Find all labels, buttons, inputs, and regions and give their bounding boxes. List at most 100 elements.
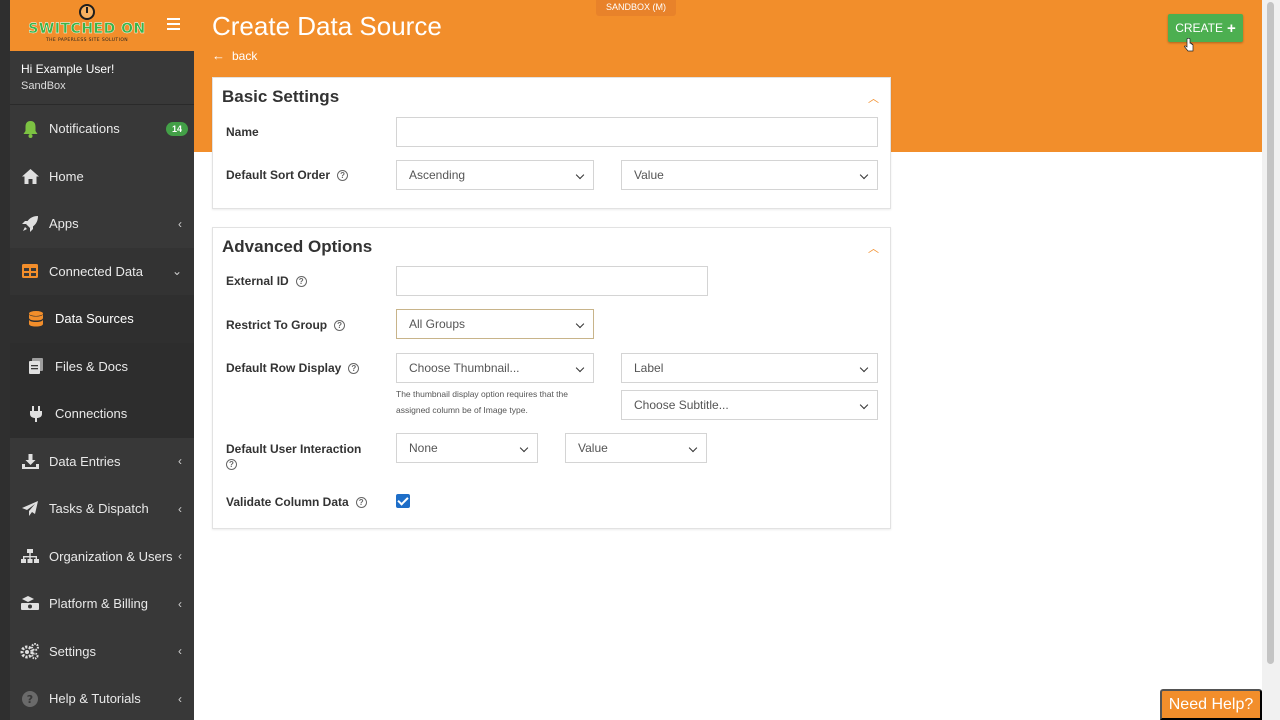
chevron-left-icon: ‹	[178, 216, 182, 231]
advanced-options-card: Advanced Options ︿ External ID ? Restric…	[212, 227, 891, 529]
sort-order-value: Ascending	[409, 168, 466, 182]
rocket-icon	[20, 214, 40, 234]
chevron-left-icon: ‹	[178, 691, 182, 706]
help-icon[interactable]: ?	[334, 319, 346, 331]
page-title: Create Data Source	[212, 11, 442, 41]
row-display-label: Default Row Display ?	[226, 361, 360, 375]
subtitle-select[interactable]: Choose Subtitle...	[621, 390, 878, 420]
sidebar-item-organization-users[interactable]: Organization & Users ‹	[10, 533, 194, 581]
help-icon[interactable]: ?	[355, 496, 367, 508]
chevron-left-icon: ‹	[178, 644, 182, 659]
sidebar-item-label: Notifications	[49, 121, 120, 137]
plus-icon: +	[1227, 19, 1236, 37]
sidebar-item-help-tutorials[interactable]: ? Help & Tutorials ‹	[10, 675, 194, 720]
user-org: SandBox	[21, 80, 66, 92]
chevron-up-icon[interactable]: ︿	[868, 240, 879, 255]
bell-icon	[20, 119, 40, 139]
back-link-label: back	[232, 48, 258, 63]
chevron-down-icon: ⌄	[171, 264, 182, 279]
user-interaction-select[interactable]: None	[396, 433, 538, 463]
chevron-left-icon: ‹	[178, 501, 182, 516]
sitemap-icon	[20, 546, 40, 566]
sidebar-item-label: Connections	[55, 406, 128, 422]
sidebar-item-label: Apps	[49, 216, 79, 232]
database-icon	[26, 309, 46, 329]
external-id-label: External ID ?	[226, 274, 307, 288]
user-interaction-label-text: Default User Interaction	[226, 442, 362, 456]
row-label-value: Label	[634, 361, 664, 375]
validate-column-checkbox[interactable]	[396, 494, 410, 508]
need-help-button[interactable]: Need Help?	[1160, 689, 1262, 720]
sidebar-item-data-entries[interactable]: Data Entries ‹	[10, 438, 194, 486]
sidebar-item-notifications[interactable]: Notifications 14	[10, 105, 194, 153]
sidebar-item-home[interactable]: Home	[10, 153, 194, 201]
sidebar-item-label: Settings	[49, 643, 96, 659]
sidebar-item-label: Help & Tutorials	[49, 691, 141, 707]
sidebar-item-connected-data[interactable]: Connected Data ⌄	[10, 247, 194, 295]
restrict-group-label-text: Restrict To Group	[226, 318, 328, 332]
sidebar-item-settings[interactable]: Settings ‹	[10, 628, 194, 676]
help-icon[interactable]: ?	[295, 275, 307, 287]
files-icon	[26, 356, 46, 376]
create-button-label: CREATE	[1175, 21, 1224, 35]
sidebar-item-label: Data Sources	[55, 311, 134, 327]
row-display-label-text: Default Row Display	[226, 361, 342, 375]
page-scrollbar[interactable]	[1262, 0, 1280, 720]
gears-icon	[20, 641, 40, 661]
back-link[interactable]: ← back	[212, 48, 257, 63]
basic-settings-card: Basic Settings ︿ Name Default Sort Order…	[212, 77, 891, 209]
logo[interactable]: SWITCHED ON THE PAPERLESS SITE SOLUTION	[22, 4, 152, 48]
scrollbar-thumb[interactable]	[1267, 2, 1274, 664]
sidebar-item-data-sources[interactable]: Data Sources	[10, 295, 194, 343]
logo-name: SWITCHED ON	[28, 21, 146, 37]
validate-column-label-text: Validate Column Data	[226, 495, 349, 509]
app: SWITCHED ON THE PAPERLESS SITE SOLUTION …	[0, 0, 1280, 720]
name-input[interactable]	[396, 117, 878, 147]
restrict-group-label: Restrict To Group ?	[226, 318, 346, 332]
sort-order-label: Default Sort Order ?	[226, 168, 349, 182]
arrow-left-icon: ←	[212, 48, 225, 63]
external-id-input[interactable]	[396, 266, 708, 296]
window-edge	[0, 0, 10, 720]
user-panel: Hi Example User! SandBox	[10, 51, 194, 105]
validate-column-label: Validate Column Data ?	[226, 495, 367, 509]
name-label-text: Name	[226, 125, 259, 139]
sort-order-select[interactable]: Ascending	[396, 160, 594, 190]
basic-settings-title: Basic Settings	[222, 87, 340, 106]
sidebar: SWITCHED ON THE PAPERLESS SITE SOLUTION …	[10, 0, 194, 720]
sidebar-item-label: Connected Data	[49, 263, 143, 279]
menu-toggle-icon[interactable]	[167, 18, 180, 30]
subtitle-value: Choose Subtitle...	[634, 398, 729, 412]
sidebar-item-label: Organization & Users	[49, 548, 173, 564]
advanced-options-title: Advanced Options	[222, 237, 373, 256]
chevron-left-icon: ‹	[178, 596, 182, 611]
restrict-group-value: All Groups	[409, 317, 466, 331]
user-interaction-value: None	[409, 441, 438, 455]
sidebar-item-apps[interactable]: Apps ‹	[10, 200, 194, 248]
sidebar-item-label: Home	[49, 168, 84, 184]
thumbnail-help-text: The thumbnail display option requires th…	[396, 389, 568, 415]
download-icon	[20, 451, 40, 471]
sidebar-item-tasks-dispatch[interactable]: Tasks & Dispatch ‹	[10, 485, 194, 533]
mouse-cursor-icon	[1184, 38, 1194, 52]
sidebar-item-connections[interactable]: Connections	[10, 390, 194, 438]
row-label-select[interactable]: Label	[621, 353, 878, 383]
user-greeting: Hi Example User!	[21, 62, 115, 76]
question-icon: ?	[20, 689, 40, 709]
logo-tagline: THE PAPERLESS SITE SOLUTION	[45, 38, 129, 43]
help-icon[interactable]: ?	[348, 362, 360, 374]
sidebar-item-label: Tasks & Dispatch	[49, 501, 149, 517]
restrict-group-select[interactable]: All Groups	[396, 309, 594, 339]
sidebar-item-label: Data Entries	[49, 453, 121, 469]
interaction-column-select[interactable]: Value	[565, 433, 707, 463]
chevron-up-icon[interactable]: ︿	[868, 90, 879, 105]
create-button[interactable]: CREATE +	[1168, 14, 1243, 42]
help-icon[interactable]: ?	[337, 169, 349, 181]
sort-column-select[interactable]: Value	[621, 160, 878, 190]
help-icon[interactable]: ?	[226, 459, 237, 470]
sidebar-item-files-docs[interactable]: Files & Docs	[10, 342, 194, 390]
sidebar-item-label: Platform & Billing	[49, 596, 148, 612]
thumbnail-select[interactable]: Choose Thumbnail...	[396, 353, 594, 383]
sidebar-item-platform-billing[interactable]: Platform & Billing ‹	[10, 580, 194, 628]
sidebar-item-label: Files & Docs	[55, 358, 128, 374]
